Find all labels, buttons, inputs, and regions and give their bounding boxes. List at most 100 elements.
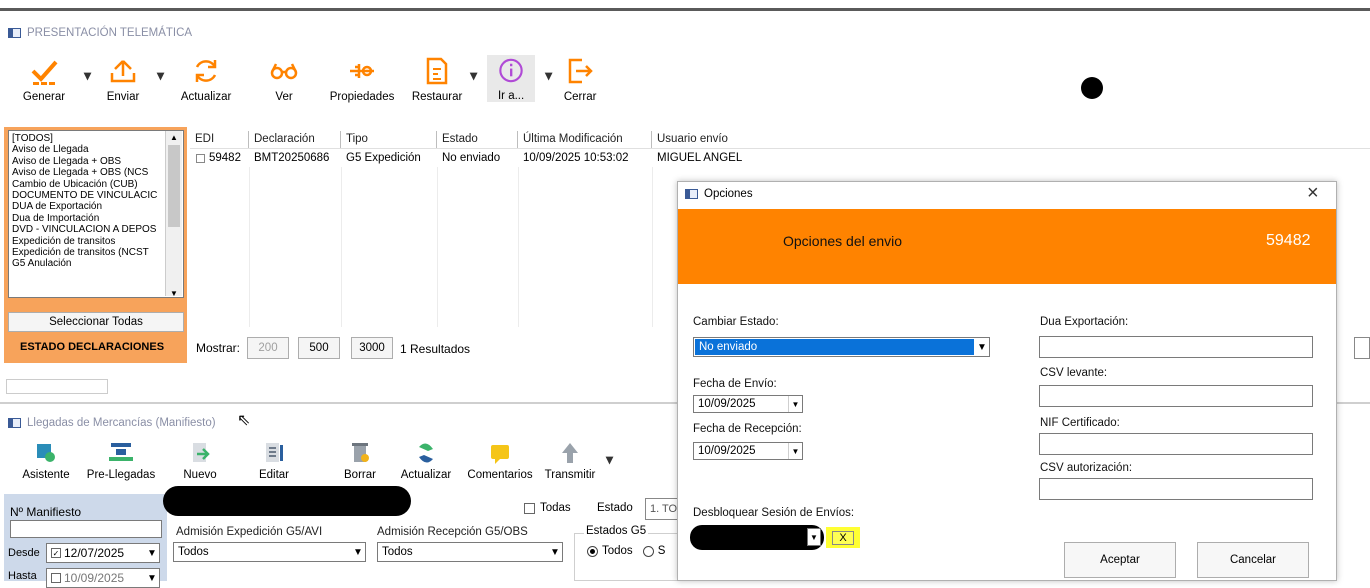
radio-selected[interactable] — [587, 545, 598, 557]
ver-button[interactable]: Ver — [258, 55, 310, 103]
list-item[interactable]: [TODOS] — [12, 133, 183, 144]
cambiar-estado-select[interactable]: No enviado ▼ — [693, 337, 990, 357]
list-item[interactable]: Aviso de Llegada + OBS (NCS — [12, 167, 183, 178]
ir-a-dropdown[interactable]: ▾ — [545, 67, 552, 84]
chevron-down-icon[interactable]: ▼ — [788, 443, 802, 459]
admision-recepcion-label: Admisión Recepción G5/OBS — [377, 526, 528, 538]
select-all-button[interactable]: Seleccionar Todas — [8, 312, 184, 332]
bottom-toolbar: Asistente Pre-Llegadas Nuevo Editar Borr… — [14, 441, 613, 481]
pre-llegadas-label: Pre-Llegadas — [86, 469, 156, 481]
table-row[interactable]: 59482 BMT20250686 G5 Expedición No envia… — [190, 149, 1370, 167]
enviar-button[interactable]: Enviar — [97, 55, 149, 103]
chevron-down-icon[interactable]: ▼ — [788, 396, 802, 412]
list-item[interactable]: Cambio de Ubicación (CUB) — [12, 179, 183, 190]
actualizar-button[interactable]: Actualizar — [174, 55, 238, 103]
todas-checkbox[interactable] — [524, 502, 535, 514]
actualizar-bottom-button[interactable]: Actualizar — [396, 441, 456, 481]
list-item[interactable]: DVD - VINCULACION A DEPOS — [12, 224, 183, 235]
page-size-3000-button[interactable]: 3000 — [351, 337, 393, 359]
aceptar-button[interactable]: Aceptar — [1064, 542, 1176, 578]
right-edge-input[interactable] — [1354, 337, 1370, 359]
page-size-200-label: 200 — [258, 342, 278, 354]
manifiesto-input[interactable] — [10, 520, 162, 538]
list-item[interactable]: Dua de Importación — [12, 213, 183, 224]
estado-select[interactable]: 1. TO — [645, 498, 679, 520]
page-size-500-button[interactable]: 500 — [298, 337, 340, 359]
generar-button[interactable]: Generar — [16, 55, 72, 103]
page-size-200-button[interactable]: 200 — [247, 337, 289, 359]
col-edi[interactable]: EDI — [190, 131, 249, 148]
small-field[interactable] — [6, 379, 108, 394]
admision-expedicion-select[interactable]: Todos ▼ — [173, 542, 366, 562]
comentarios-button[interactable]: Comentarios — [462, 441, 538, 481]
upload-icon — [110, 60, 136, 83]
list-item[interactable]: Expedición de transitos — [12, 236, 183, 247]
list-item[interactable]: Aviso de Llegada — [12, 144, 183, 155]
fecha-recepcion-picker[interactable]: 10/09/2025 ▼ — [693, 442, 803, 460]
black-dot — [1081, 77, 1103, 99]
desde-date-picker[interactable]: ✓ 12/07/2025 ▼ — [46, 543, 160, 563]
hasta-checkbox[interactable] — [51, 573, 61, 583]
scroll-thumb[interactable] — [168, 145, 180, 227]
dua-exportacion-input[interactable] — [1039, 336, 1313, 358]
ir-a-button[interactable]: Ir a... — [487, 55, 536, 102]
row-declaracion: BMT20250686 — [254, 152, 330, 164]
enviar-dropdown[interactable]: ▾ — [157, 67, 164, 84]
generar-dropdown[interactable]: ▾ — [84, 67, 91, 84]
hasta-date-picker[interactable]: 10/09/2025 ▼ — [46, 568, 160, 588]
chevron-down-icon[interactable]: ▼ — [548, 543, 562, 561]
type-listbox[interactable]: [TODOS] Aviso de Llegada Aviso de Llegada … — [8, 130, 184, 298]
scroll-up-icon[interactable]: ▲ — [166, 133, 182, 142]
todas-checkbox-wrap[interactable]: Todas — [524, 502, 571, 514]
top-border — [0, 8, 1370, 11]
cerrar-button[interactable]: Cerrar — [556, 55, 604, 103]
chevron-down-icon[interactable]: ▼ — [975, 338, 989, 356]
chevron-down-icon[interactable]: ▼ — [145, 544, 159, 562]
restaurar-button[interactable]: Restaurar — [406, 55, 468, 103]
list-item[interactable]: Aviso de Llegada + OBS — [12, 156, 183, 167]
fecha-recepcion-value: 10/09/2025 — [698, 445, 756, 457]
fecha-envio-value: 10/09/2025 — [698, 398, 756, 410]
col-ultima-modificacion[interactable]: Última Modificación — [518, 131, 652, 148]
list-item[interactable]: DUA de Exportación — [12, 201, 183, 212]
col-usuario-envio[interactable]: Usuario envío — [652, 131, 762, 148]
nuevo-button[interactable]: Nuevo — [172, 441, 228, 481]
list-item[interactable]: G5 Anulación — [12, 258, 183, 269]
listbox-scrollbar[interactable]: ▲ ▼ — [165, 131, 182, 298]
nif-certificado-input[interactable] — [1039, 433, 1313, 455]
csv-autorizacion-input[interactable] — [1039, 478, 1313, 500]
chevron-down-icon[interactable]: ▼ — [145, 569, 159, 587]
radio-unselected[interactable] — [642, 545, 654, 557]
close-icon[interactable]: × — [1307, 182, 1319, 205]
chevron-down-icon[interactable]: ▼ — [351, 543, 365, 561]
col-estado[interactable]: Estado — [437, 131, 518, 148]
chevron-down-icon[interactable]: ▼ — [807, 528, 821, 546]
borrar-button[interactable]: Borrar — [332, 441, 388, 481]
page-size-3000-label: 3000 — [359, 342, 385, 354]
hasta-value: 10/09/2025 — [64, 571, 125, 585]
editar-button[interactable]: Editar — [246, 441, 302, 481]
desbloquear-x-button[interactable]: X — [826, 527, 860, 548]
col-declaracion[interactable]: Declaración — [249, 131, 341, 148]
list-item[interactable]: DOCUMENTO DE VINCULACIC — [12, 190, 183, 201]
asistente-button[interactable]: Asistente — [14, 441, 78, 481]
fecha-envio-picker[interactable]: 10/09/2025 ▼ — [693, 395, 803, 413]
transmitir-label: Transmitir — [544, 469, 596, 481]
estados-g5-todos-radio[interactable]: Todos S — [587, 545, 665, 557]
transmitir-button[interactable]: Transmitir — [540, 441, 600, 481]
admision-recepcion-select[interactable]: Todos ▼ — [377, 542, 563, 562]
desde-checkbox[interactable]: ✓ — [51, 548, 61, 558]
estados-g5-label: Estados G5 — [584, 525, 649, 537]
csv-levante-input[interactable] — [1039, 385, 1313, 407]
window-icon — [685, 189, 698, 199]
list-item[interactable]: Expedición de transitos (NCST — [12, 247, 183, 258]
cancelar-label: Cancelar — [1229, 554, 1277, 566]
restaurar-dropdown[interactable]: ▾ — [470, 67, 477, 84]
scroll-down-icon[interactable]: ▼ — [166, 289, 182, 298]
pre-llegadas-button[interactable]: Pre-Llegadas — [82, 441, 160, 481]
col-tipo[interactable]: Tipo — [341, 131, 437, 148]
cancelar-button[interactable]: Cancelar — [1197, 542, 1309, 578]
row-checkbox[interactable] — [196, 153, 205, 163]
transmitir-dropdown[interactable]: ▾ — [606, 451, 613, 468]
propiedades-button[interactable]: Propiedades — [324, 55, 400, 103]
